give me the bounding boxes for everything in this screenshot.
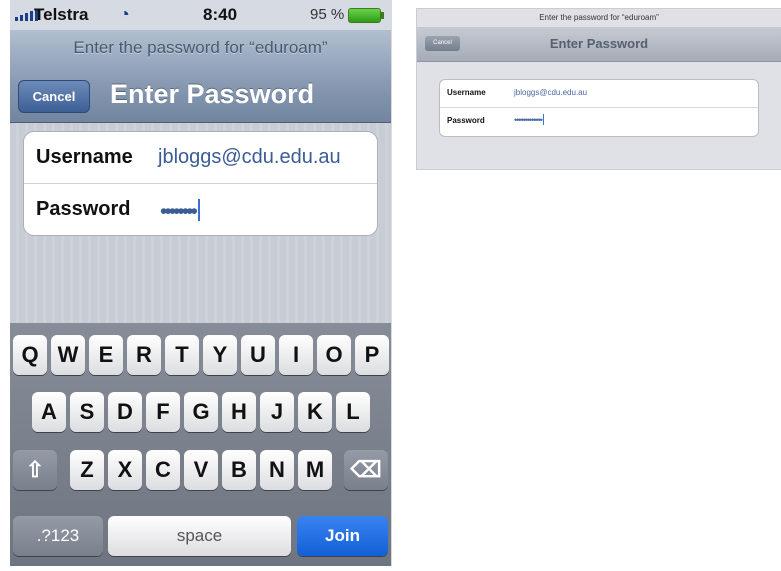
shift-icon: ⇧ — [25, 457, 45, 482]
key-p[interactable]: P — [355, 335, 389, 375]
network-prompt: Enter the password for “eduroam” — [539, 13, 659, 22]
backspace-key[interactable]: ⌫ — [344, 450, 388, 490]
cancel-button[interactable]: Cancel — [18, 80, 90, 113]
username-label: Username — [36, 146, 133, 168]
key-t[interactable]: T — [165, 335, 199, 375]
key-y[interactable]: Y — [203, 335, 237, 375]
key-i[interactable]: I — [279, 335, 313, 375]
password-mask: ••••••••••••• — [514, 115, 543, 125]
username-field[interactable]: jbloggs@cdu.edu.au — [514, 88, 587, 97]
status-bar: Telstra ◔ 8:40 95 % — [10, 0, 391, 30]
credentials-form: Username jbloggs@cdu.edu.au Password •••… — [439, 79, 759, 137]
password-mask: •••••••• — [160, 200, 198, 223]
key-a[interactable]: A — [32, 392, 66, 432]
key-c[interactable]: C — [146, 450, 180, 490]
text-cursor — [197, 199, 200, 221]
ipad-dialog: Enter the password for “eduroam” Cancel … — [416, 8, 781, 170]
page-title: Enter Password — [549, 36, 649, 51]
key-w[interactable]: W — [51, 335, 85, 375]
password-label: Password — [447, 116, 485, 125]
join-button[interactable]: Join — [297, 516, 388, 556]
key-k[interactable]: K — [298, 392, 332, 432]
key-j[interactable]: J — [260, 392, 294, 432]
key-l[interactable]: L — [336, 392, 370, 432]
key-e[interactable]: E — [89, 335, 123, 375]
password-row[interactable]: Password ••••••••••••• — [440, 108, 758, 135]
key-s[interactable]: S — [70, 392, 104, 432]
key-v[interactable]: V — [184, 450, 218, 490]
key-q[interactable]: Q — [13, 335, 47, 375]
username-field[interactable]: jbloggs@cdu.edu.au — [158, 146, 341, 169]
key-o[interactable]: O — [317, 335, 351, 375]
carrier-name: Telstra — [34, 5, 89, 24]
wifi-icon: ◔ — [119, 4, 130, 24]
key-u[interactable]: U — [241, 335, 275, 375]
navigation-bar: Enter the password for “eduroam” Cancel … — [10, 30, 391, 123]
space-key[interactable]: space — [108, 516, 291, 556]
username-label: Username — [447, 88, 486, 97]
key-z[interactable]: Z — [70, 450, 104, 490]
password-field[interactable]: ••••••••••••• — [514, 114, 544, 125]
text-cursor — [542, 114, 544, 125]
key-g[interactable]: G — [184, 392, 218, 432]
network-prompt: Enter the password for “eduroam” — [73, 38, 328, 57]
key-r[interactable]: R — [127, 335, 161, 375]
key-h[interactable]: H — [222, 392, 256, 432]
battery-icon — [348, 8, 384, 23]
username-row[interactable]: Username jbloggs@cdu.edu.au — [24, 132, 377, 184]
key-b[interactable]: B — [222, 450, 256, 490]
page-title: Enter Password — [110, 79, 315, 109]
key-m[interactable]: M — [298, 450, 332, 490]
form-area: Username jbloggs@cdu.edu.au Password •••… — [10, 123, 391, 323]
key-d[interactable]: D — [108, 392, 142, 432]
password-field[interactable]: •••••••• — [160, 199, 200, 224]
status-time: 8:40 — [203, 5, 238, 24]
key-n[interactable]: N — [260, 450, 294, 490]
username-row[interactable]: Username jbloggs@cdu.edu.au — [440, 80, 758, 108]
numbers-key[interactable]: .?123 — [13, 516, 103, 556]
battery-percentage: 95 % — [310, 6, 345, 23]
backspace-icon: ⌫ — [350, 457, 382, 482]
password-label: Password — [36, 198, 131, 220]
password-row[interactable]: Password •••••••• — [24, 184, 377, 235]
iphone-screen: Telstra ◔ 8:40 95 % Enter the password f… — [10, 0, 392, 566]
credentials-form: Username jbloggs@cdu.edu.au Password •••… — [23, 131, 378, 236]
navigation-bar: Cancel Enter Password — [417, 27, 781, 62]
key-f[interactable]: F — [146, 392, 180, 432]
shift-key[interactable]: ⇧ — [13, 450, 57, 490]
keyboard: Q W E R T Y U I O P A S D F G H J K L ⇧ … — [10, 323, 391, 566]
key-x[interactable]: X — [108, 450, 142, 490]
